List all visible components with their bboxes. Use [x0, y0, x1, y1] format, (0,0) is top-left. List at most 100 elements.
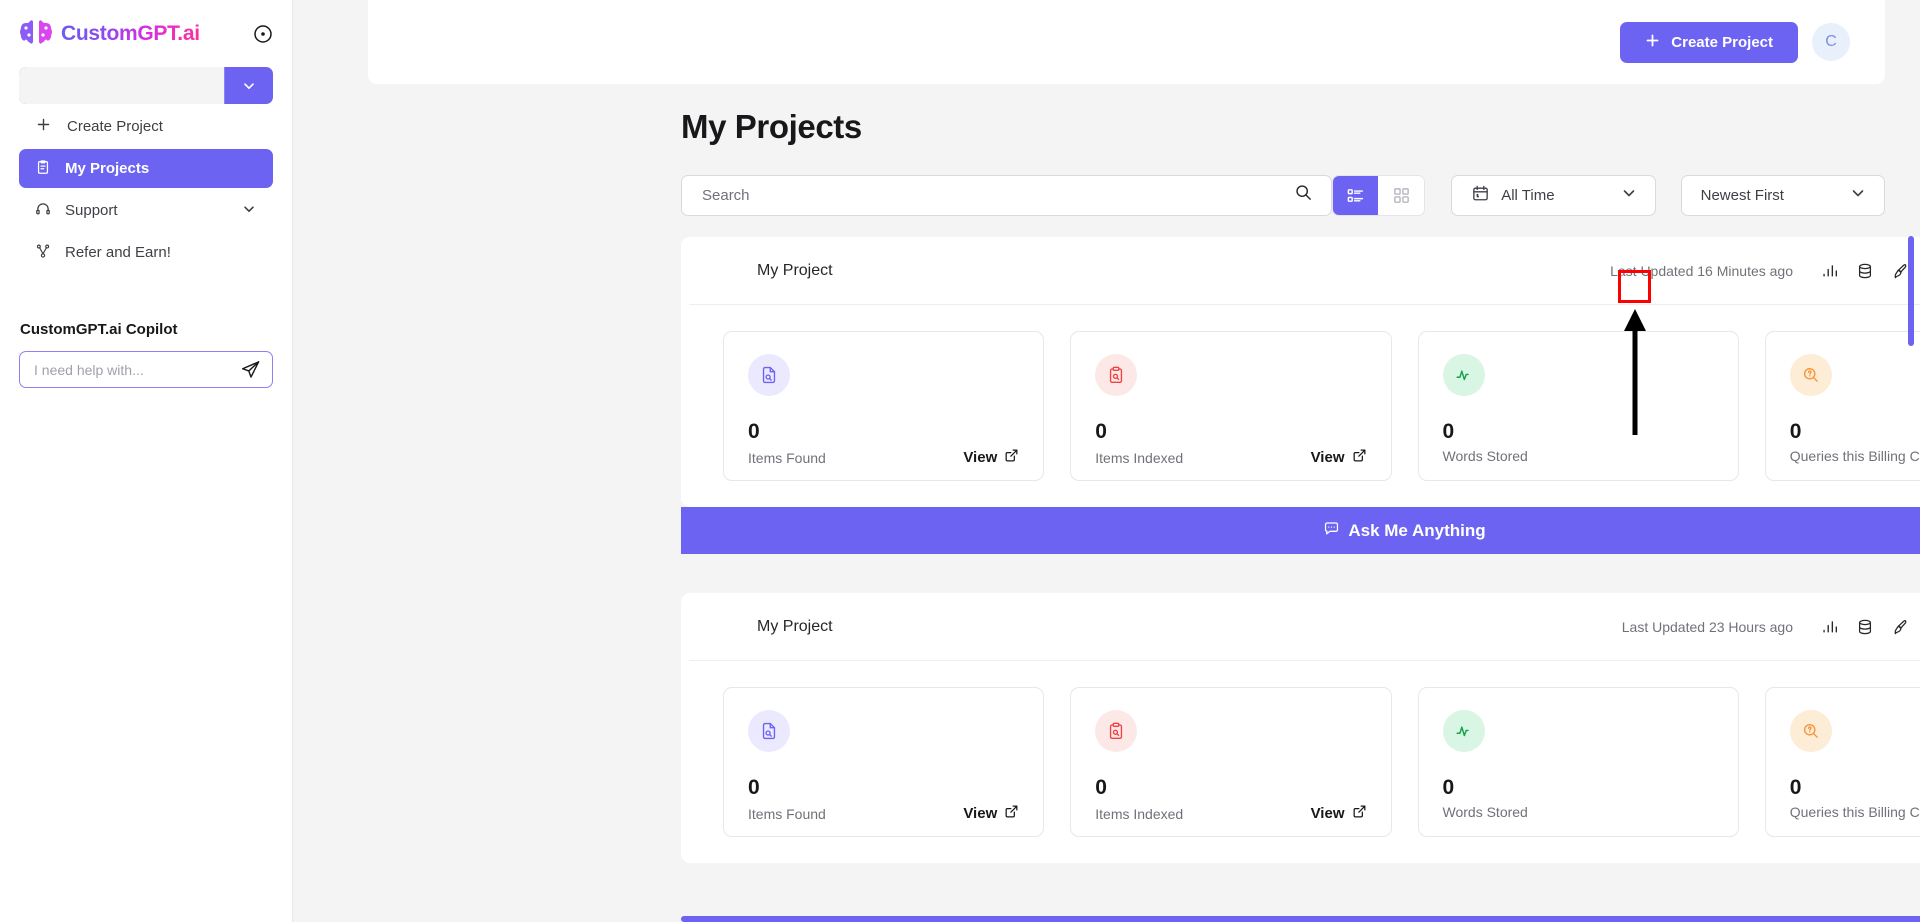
sort-filter-select[interactable]: Newest First	[1680, 174, 1886, 216]
stat-label: Items Indexed	[1095, 449, 1184, 466]
project-card-header: My Project Last Updated 23 Hours ago	[689, 593, 1920, 661]
project-name: My Project	[757, 617, 833, 635]
stat-bottom-row: Words Stored	[1443, 448, 1714, 464]
external-link-icon	[1352, 448, 1367, 467]
project-name: My Project	[757, 261, 833, 279]
stat-label: Words Stored	[1442, 448, 1528, 464]
time-filter-chevron-down-icon[interactable]	[1620, 184, 1638, 206]
list-view-icon[interactable]	[1332, 175, 1379, 215]
stat-label: Words Stored	[1442, 804, 1528, 820]
search-input[interactable]	[702, 186, 1294, 204]
stat-value: 0	[1789, 420, 1802, 443]
stat-bottom-row: Items Indexed View	[1095, 448, 1366, 467]
stat-value: 0	[748, 420, 760, 443]
sidebar-item-create-project[interactable]: Create Project	[19, 107, 273, 146]
stat-bottom-row: Words Stored	[1443, 804, 1714, 820]
file-search-icon	[748, 710, 790, 752]
grid-view-icon[interactable]	[1378, 175, 1425, 215]
collapse-circle-icon[interactable]	[253, 24, 273, 44]
sidebar-item-refer-and-earn[interactable]: Refer and Earn!	[19, 233, 273, 272]
paintbrush-icon[interactable]	[1889, 260, 1910, 281]
copilot-input-wrapper[interactable]	[19, 351, 273, 388]
stat-value: 0	[1095, 420, 1107, 443]
view-link[interactable]: View	[963, 448, 1019, 467]
page-title: My Projects	[681, 108, 862, 145]
sidebar-item-dashboard[interactable]: Dashboard	[19, 67, 273, 104]
sidebar-item-label-support: Support	[65, 202, 118, 219]
vertical-scrollbar-thumb[interactable]	[1908, 236, 1914, 346]
sidebar-item-my-projects[interactable]: My Projects	[19, 149, 273, 188]
ask-me-anything-banner[interactable]: Ask Me Anything	[681, 507, 1920, 554]
external-link-icon	[1004, 448, 1019, 467]
activity-pulse-icon	[1442, 710, 1485, 752]
analytics-icon[interactable]	[1819, 616, 1840, 637]
support-chevron-down-icon[interactable]	[241, 201, 257, 221]
cards-gap	[293, 554, 1920, 593]
sidebar-item-label-my-projects: My Projects	[65, 160, 150, 177]
plus-icon	[1645, 33, 1660, 52]
paintbrush-icon[interactable]	[1889, 616, 1910, 637]
stat-bottom-row: Queries this Billing Cycle	[1790, 448, 1920, 464]
query-search-icon	[1789, 710, 1832, 752]
project-actions	[1819, 616, 1920, 637]
search-box[interactable]	[681, 174, 1332, 216]
stat-bottom-row: Items Found View	[748, 448, 1019, 467]
send-paper-plane-icon[interactable]	[240, 359, 261, 380]
view-link-label: View	[1310, 805, 1345, 822]
database-icon[interactable]	[1854, 616, 1875, 637]
view-link[interactable]: View	[1311, 448, 1367, 467]
project-last-updated: Last Updated 16 Minutes ago	[1610, 262, 1793, 279]
view-link[interactable]: View	[1311, 804, 1367, 823]
stat-bottom-row: Queries this Billing Cycle	[1790, 804, 1920, 820]
stat-label: Items Found	[748, 805, 826, 822]
brand-row: CustomGPT.ai	[19, 0, 273, 62]
app-root: CustomGPT.ai Dashboard	[0, 0, 1920, 922]
dashboard-main[interactable]: Dashboard	[19, 67, 225, 104]
stat-label: Items Found	[748, 449, 826, 466]
brand-name: CustomGPT.ai	[61, 22, 200, 45]
stat-value: 0	[1442, 776, 1455, 799]
analytics-icon[interactable]	[1819, 260, 1840, 281]
clipboard-icon	[35, 159, 51, 179]
query-search-icon	[1789, 354, 1832, 396]
avatar[interactable]: C	[1812, 23, 1850, 61]
project-card-header: My Project Last Updated 16 Minutes ago	[689, 237, 1920, 305]
stat-card-words-stored: 0 Words Stored	[1417, 687, 1739, 837]
dashboard-chevron-down-icon[interactable]	[225, 67, 273, 104]
sort-filter-value: Newest First	[1700, 186, 1784, 204]
copilot-title: CustomGPT.ai Copilot	[20, 321, 178, 338]
sort-filter-chevron-down-icon[interactable]	[1849, 184, 1867, 206]
top-bar: Create Project C	[368, 0, 1885, 84]
projects-scroll-area[interactable]: My Project Last Updated 16 Minutes ago 0…	[293, 237, 1920, 922]
plus-icon	[36, 117, 51, 136]
stat-value: 0	[1789, 776, 1802, 799]
external-link-icon	[1004, 804, 1019, 823]
sidebar-item-support[interactable]: Support	[19, 191, 273, 230]
stat-value: 0	[1095, 776, 1107, 799]
database-icon[interactable]	[1854, 260, 1875, 281]
sidebar: CustomGPT.ai Dashboard	[0, 0, 293, 922]
calendar-icon	[1471, 184, 1490, 207]
external-link-icon	[1352, 804, 1367, 823]
view-link-label: View	[963, 449, 998, 466]
time-filter-select[interactable]: All Time	[1451, 174, 1656, 216]
main-content: Create Project C My Projects Search All …	[293, 0, 1920, 922]
activity-pulse-icon	[1442, 354, 1485, 396]
stat-card-items-indexed: 0 Items Indexed View	[1070, 687, 1392, 837]
project-actions	[1819, 260, 1920, 281]
share-nodes-icon	[35, 243, 51, 263]
file-search-icon	[748, 354, 790, 396]
copilot-input[interactable]	[34, 361, 240, 378]
project-stats-row: 0 Items Found View 0 Items Indexed View …	[681, 661, 1920, 863]
customgpt-brain-logo-icon	[19, 18, 53, 50]
view-link[interactable]: View	[963, 804, 1019, 823]
avatar-initial: C	[1825, 33, 1837, 50]
filters-row: All Time Newest First	[681, 174, 1886, 216]
sidebar-item-label-refer-and-earn: Refer and Earn!	[65, 244, 171, 261]
project-stats-row: 0 Items Found View 0 Items Indexed View …	[681, 305, 1920, 507]
headset-icon	[35, 201, 51, 221]
stat-value: 0	[748, 776, 760, 799]
create-project-button[interactable]: Create Project	[1620, 21, 1798, 63]
search-icon[interactable]	[1294, 183, 1313, 207]
view-link-label: View	[963, 805, 998, 822]
